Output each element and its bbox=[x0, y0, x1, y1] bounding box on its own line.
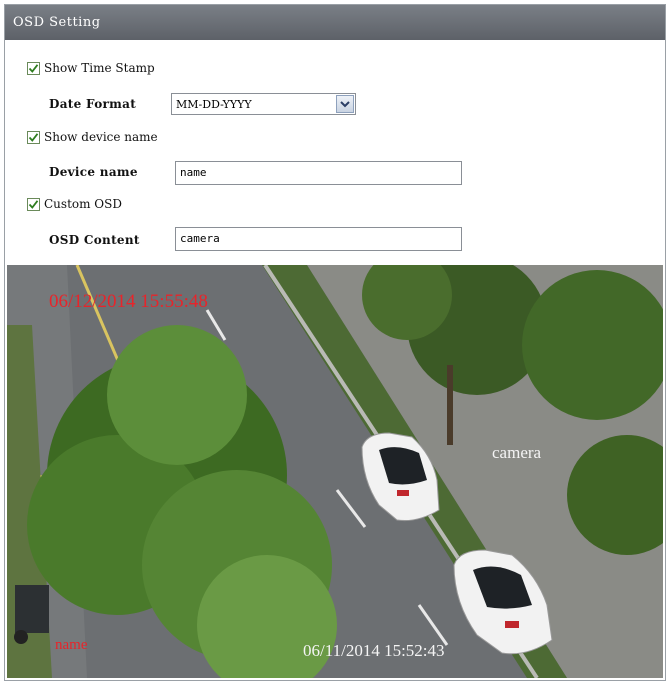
show-time-stamp-label: Show Time Stamp bbox=[44, 61, 155, 75]
show-time-stamp-row[interactable]: Show Time Stamp bbox=[27, 61, 155, 75]
custom-osd-row[interactable]: Custom OSD bbox=[27, 197, 122, 211]
check-icon bbox=[28, 199, 39, 209]
date-format-select[interactable]: MM-DD-YYYY bbox=[171, 93, 356, 115]
custom-osd-label: Custom OSD bbox=[44, 197, 122, 211]
panel-title: OSD Setting bbox=[5, 5, 665, 40]
device-name-label: Device name bbox=[49, 165, 138, 179]
osd-timestamp-top: 06/12/2014 15:55:48 bbox=[49, 291, 208, 312]
osd-custom-text: camera bbox=[492, 443, 542, 462]
check-icon bbox=[28, 132, 39, 142]
custom-osd-checkbox[interactable] bbox=[27, 197, 40, 211]
osd-setting-panel: OSD Setting Show Time Stamp Date Format … bbox=[4, 4, 666, 681]
osd-content-input[interactable]: camera bbox=[175, 227, 462, 251]
show-device-name-checkbox[interactable] bbox=[27, 130, 40, 144]
show-device-name-row[interactable]: Show device name bbox=[27, 130, 158, 144]
check-icon bbox=[28, 63, 39, 73]
video-preview: 06/12/2014 15:55:48 camera name 06/11/20… bbox=[7, 265, 663, 678]
date-format-value: MM-DD-YYYY bbox=[176, 97, 252, 111]
camera-scene-image bbox=[7, 265, 663, 678]
show-device-name-label: Show device name bbox=[44, 130, 158, 144]
osd-device-name: name bbox=[55, 637, 88, 653]
chevron-down-icon[interactable] bbox=[336, 95, 354, 113]
date-format-label: Date Format bbox=[49, 97, 137, 111]
device-name-input[interactable]: name bbox=[175, 161, 462, 185]
osd-content-label: OSD Content bbox=[49, 233, 140, 247]
show-time-stamp-checkbox[interactable] bbox=[27, 61, 40, 75]
osd-timestamp-bottom: 06/11/2014 15:52:43 bbox=[303, 641, 445, 660]
